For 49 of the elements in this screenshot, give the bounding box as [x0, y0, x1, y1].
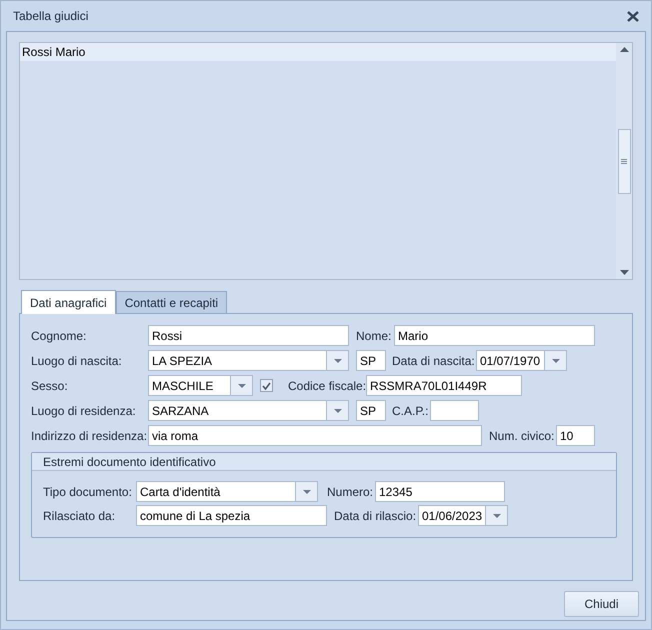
dropdown-field[interactable]: SARZANA: [148, 400, 349, 421]
caret-icon: [302, 490, 310, 494]
close-button[interactable]: Chiudi: [564, 591, 639, 617]
caret-icon: [552, 358, 560, 362]
field-label: Sesso:: [31, 378, 69, 394]
scroll-thumb[interactable]: [618, 129, 630, 194]
checkbox[interactable]: [260, 379, 273, 392]
field-label: Data di nascita:: [392, 352, 476, 370]
field-label: Num. civico:: [489, 428, 556, 444]
scroll-down-icon[interactable]: [620, 270, 628, 275]
text-field[interactable]: RSSMRA70L01I449R: [366, 375, 522, 396]
dropdown-field[interactable]: MASCHILE: [148, 375, 253, 396]
text-field[interactable]: 12345: [375, 481, 505, 502]
field-label: Data di rilascio:: [334, 508, 418, 524]
caret-icon: [238, 384, 246, 388]
dropdown-field[interactable]: 01/06/2023: [418, 505, 508, 526]
list-item[interactable]: Rossi Mario: [20, 43, 616, 61]
window-title: Tabella giudici: [13, 8, 88, 25]
field-label: Codice fiscale:: [288, 378, 366, 394]
caret-icon: [334, 408, 342, 412]
caret-icon: [492, 514, 501, 518]
field-label: Rilasciato da:: [43, 508, 116, 524]
text-field[interactable]: [430, 400, 479, 421]
tab[interactable]: Contatti e recapiti: [116, 291, 228, 313]
text-field[interactable]: via roma: [148, 425, 482, 446]
text-field[interactable]: SP: [356, 350, 386, 371]
text-field[interactable]: Rossi: [148, 325, 349, 346]
close-icon[interactable]: [627, 10, 639, 22]
scrollbar[interactable]: [616, 43, 632, 279]
group-title: Estremi documento identificativo: [43, 454, 216, 470]
field-label: Tipo documento:: [43, 484, 133, 500]
text-field[interactable]: 10: [556, 425, 595, 446]
tab[interactable]: Dati anagrafici: [21, 290, 116, 314]
text-field[interactable]: Mario: [394, 325, 595, 346]
text-field[interactable]: comune di La spezia: [136, 505, 327, 526]
field-label: Indirizzo di residenza:: [31, 428, 148, 444]
caret-icon: [334, 358, 342, 362]
text-field[interactable]: SP: [356, 400, 386, 421]
field-label: Luogo di nascita:: [31, 352, 123, 370]
scroll-up-icon[interactable]: [620, 47, 628, 52]
check-icon: [262, 382, 271, 390]
field-label: Nome:: [356, 328, 392, 344]
dropdown-field[interactable]: Carta d'identità: [136, 481, 318, 502]
dropdown-field[interactable]: LA SPEZIA: [148, 350, 349, 371]
field-label: Numero:: [327, 484, 374, 500]
dropdown-field[interactable]: 01/07/1970: [476, 350, 567, 371]
field-label: C.A.P.:: [392, 402, 430, 420]
field-label: Cognome:: [31, 328, 88, 344]
field-label: Luogo di residenza:: [31, 402, 137, 420]
